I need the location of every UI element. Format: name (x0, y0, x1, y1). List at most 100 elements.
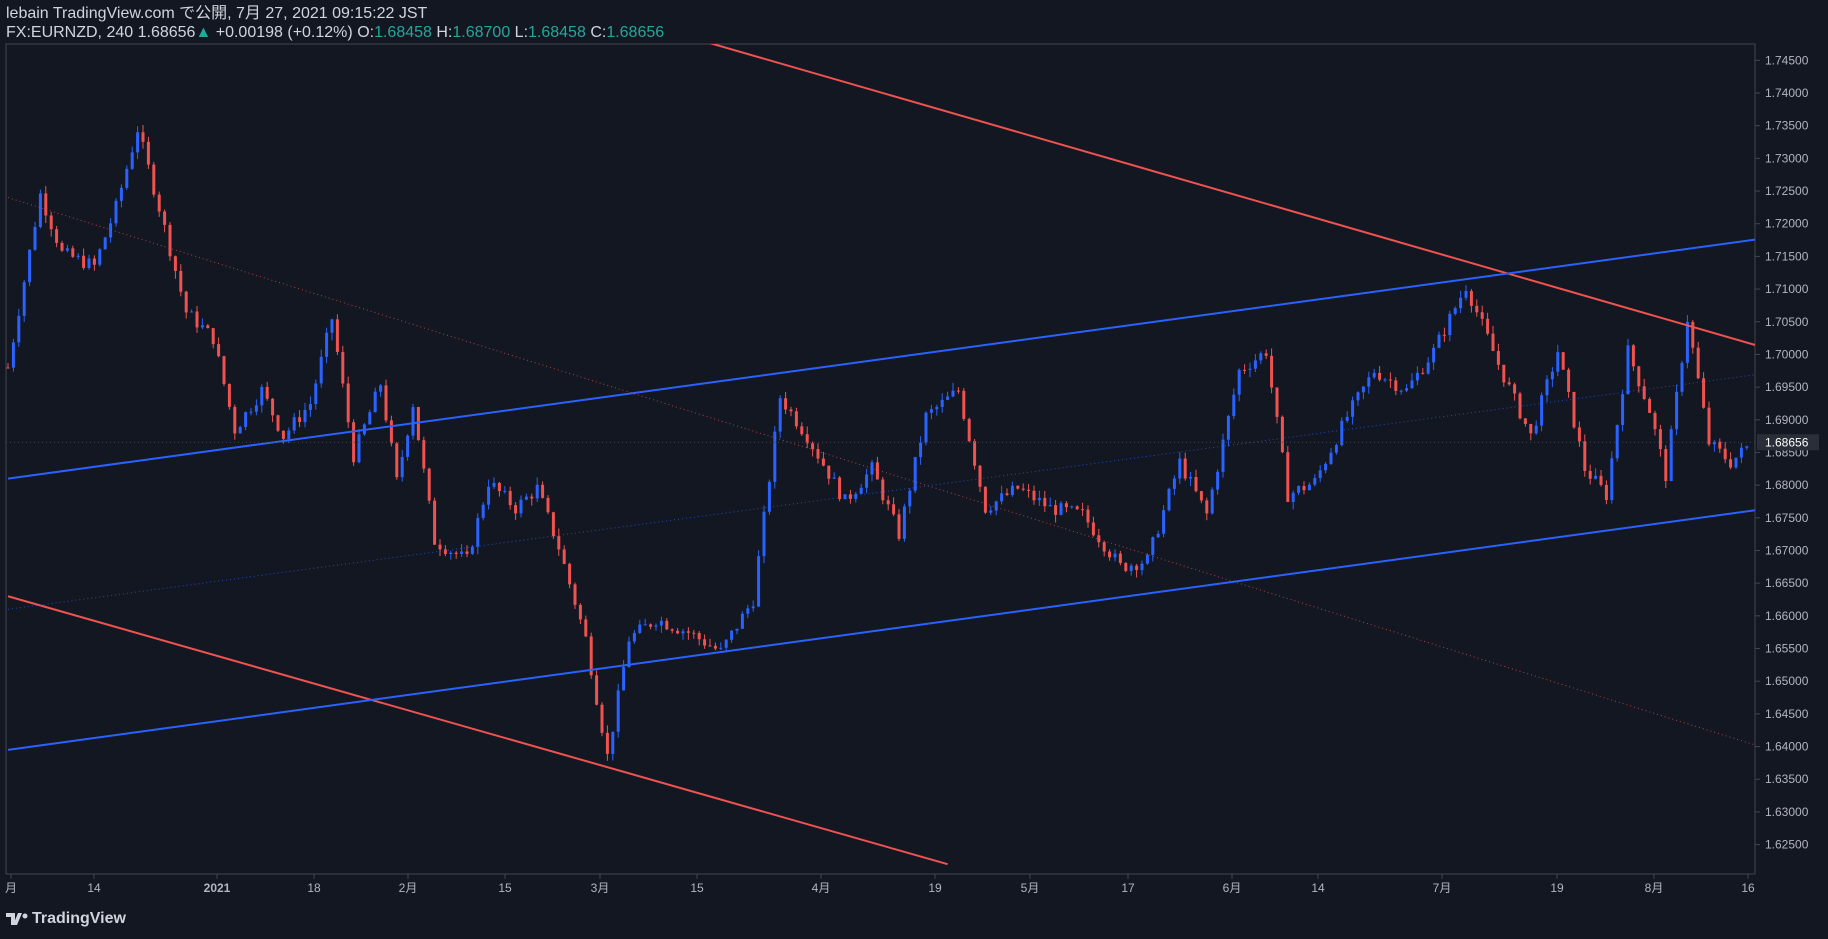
candle-body (6, 367, 10, 369)
candle-body (573, 584, 577, 605)
candle-body (746, 608, 750, 614)
y-tick-label: 1.67000 (1765, 543, 1809, 557)
candle-body (1054, 505, 1058, 515)
candle-body (152, 164, 156, 195)
x-tick-label: 5月 (1021, 881, 1040, 895)
last-price-label: 1.68656 (1765, 435, 1809, 449)
x-tick-label: 2月 (399, 881, 418, 895)
trendline-channel-bottom[interactable] (7, 500, 1828, 751)
candle-body (719, 647, 723, 649)
candle-body (1280, 416, 1284, 453)
candle-body (1426, 362, 1430, 374)
candle-body (1372, 372, 1376, 378)
candle-body (1642, 386, 1646, 399)
candle-body (1745, 446, 1749, 448)
candle-body (17, 315, 21, 343)
candle-body (649, 624, 653, 627)
candle-body (600, 704, 604, 733)
candle-body (546, 497, 550, 513)
candle-body (1464, 290, 1468, 298)
candle-body (206, 325, 210, 329)
candle-body (1124, 563, 1128, 571)
candle-body (1621, 394, 1625, 426)
candle-body (368, 412, 372, 425)
trendlines[interactable] (0, 0, 1828, 866)
candle-body (1550, 371, 1554, 380)
candle-body (341, 352, 345, 384)
tradingview-logo-icon (6, 913, 28, 925)
candle-body (82, 255, 86, 268)
candle-body (1615, 425, 1619, 459)
candle-body (227, 383, 231, 407)
y-tick-label: 1.66500 (1765, 576, 1809, 590)
candle-body (1502, 364, 1506, 383)
candle-body (1210, 489, 1214, 514)
candle-body (411, 407, 415, 436)
price-chart[interactable]: 1.74500 1.74000 1.73500 1.73000 1.72500 1.720… (0, 0, 1828, 939)
y-tick-label: 1.73000 (1765, 151, 1809, 165)
candle-body (535, 484, 539, 499)
candle-body (238, 426, 242, 434)
candle-body (762, 511, 766, 557)
candle-body (1059, 503, 1063, 515)
candle-body (967, 418, 971, 442)
candle-body (11, 342, 15, 368)
y-tick-label: 1.73500 (1765, 119, 1809, 133)
candle-body (1664, 449, 1668, 482)
candle-body (44, 193, 48, 216)
x-tick-label: 2021 (204, 881, 231, 895)
candle-body (643, 624, 647, 626)
candle-body (460, 551, 464, 554)
candle-body (1399, 390, 1403, 392)
candle-body (1604, 484, 1608, 501)
candle-body (616, 690, 620, 732)
candle-body (190, 311, 194, 313)
candle-body (1167, 488, 1171, 511)
candle-body (276, 415, 280, 431)
candle-body (924, 412, 928, 443)
candle-body (1631, 345, 1635, 367)
candle-body (1518, 393, 1522, 419)
trendline-mid-red-dotted[interactable] (7, 197, 1828, 770)
candle-body (1032, 490, 1036, 501)
candle-body (1388, 379, 1392, 381)
y-tick-label: 1.72000 (1765, 217, 1809, 231)
candle-body (816, 449, 820, 459)
candle-body (1594, 475, 1598, 479)
x-tick-label: 3月 (591, 881, 610, 895)
candle-body (1648, 398, 1652, 413)
candle-body (1302, 486, 1306, 491)
y-tick-label: 1.67500 (1765, 511, 1809, 525)
time-axis[interactable]: 月 14 2021 18 2月 15 3月 15 4月 19 5月 17 6月 14 7月 19 8月 16 (5, 874, 1755, 895)
candle-body (827, 465, 831, 479)
trendline-upper-red[interactable] (0, 0, 1828, 368)
candle-body (692, 632, 696, 634)
trendline-channel-top[interactable] (7, 229, 1828, 480)
candle-body (1270, 355, 1274, 388)
candle-body (28, 249, 32, 283)
candle-body (33, 226, 37, 250)
candle-body (103, 237, 107, 250)
candle-body (956, 390, 960, 392)
candle-body (1129, 565, 1133, 571)
candle-body (454, 552, 458, 554)
candle-body (1356, 392, 1360, 401)
candle-body (1367, 377, 1371, 387)
trendline-mid-blue-dotted[interactable] (7, 364, 1828, 610)
candle-body (1275, 387, 1279, 417)
candle-body (1324, 463, 1328, 471)
candle-body (1378, 372, 1382, 380)
x-tick-label: 18 (307, 881, 321, 895)
candle-body (1469, 290, 1473, 306)
tradingview-logo[interactable]: TradingView (6, 910, 126, 928)
candle-body (854, 493, 858, 499)
candle-body (1588, 470, 1592, 479)
candle-body (1496, 351, 1500, 365)
candle-body (1205, 500, 1209, 514)
price-axis[interactable]: 1.74500 1.74000 1.73500 1.73000 1.72500 1.720… (1755, 53, 1809, 852)
candle-body (1685, 321, 1689, 363)
candle-body (1351, 400, 1355, 417)
candle-body (1091, 522, 1095, 536)
candle-body (865, 474, 869, 488)
brand-name: TradingView (32, 910, 126, 927)
